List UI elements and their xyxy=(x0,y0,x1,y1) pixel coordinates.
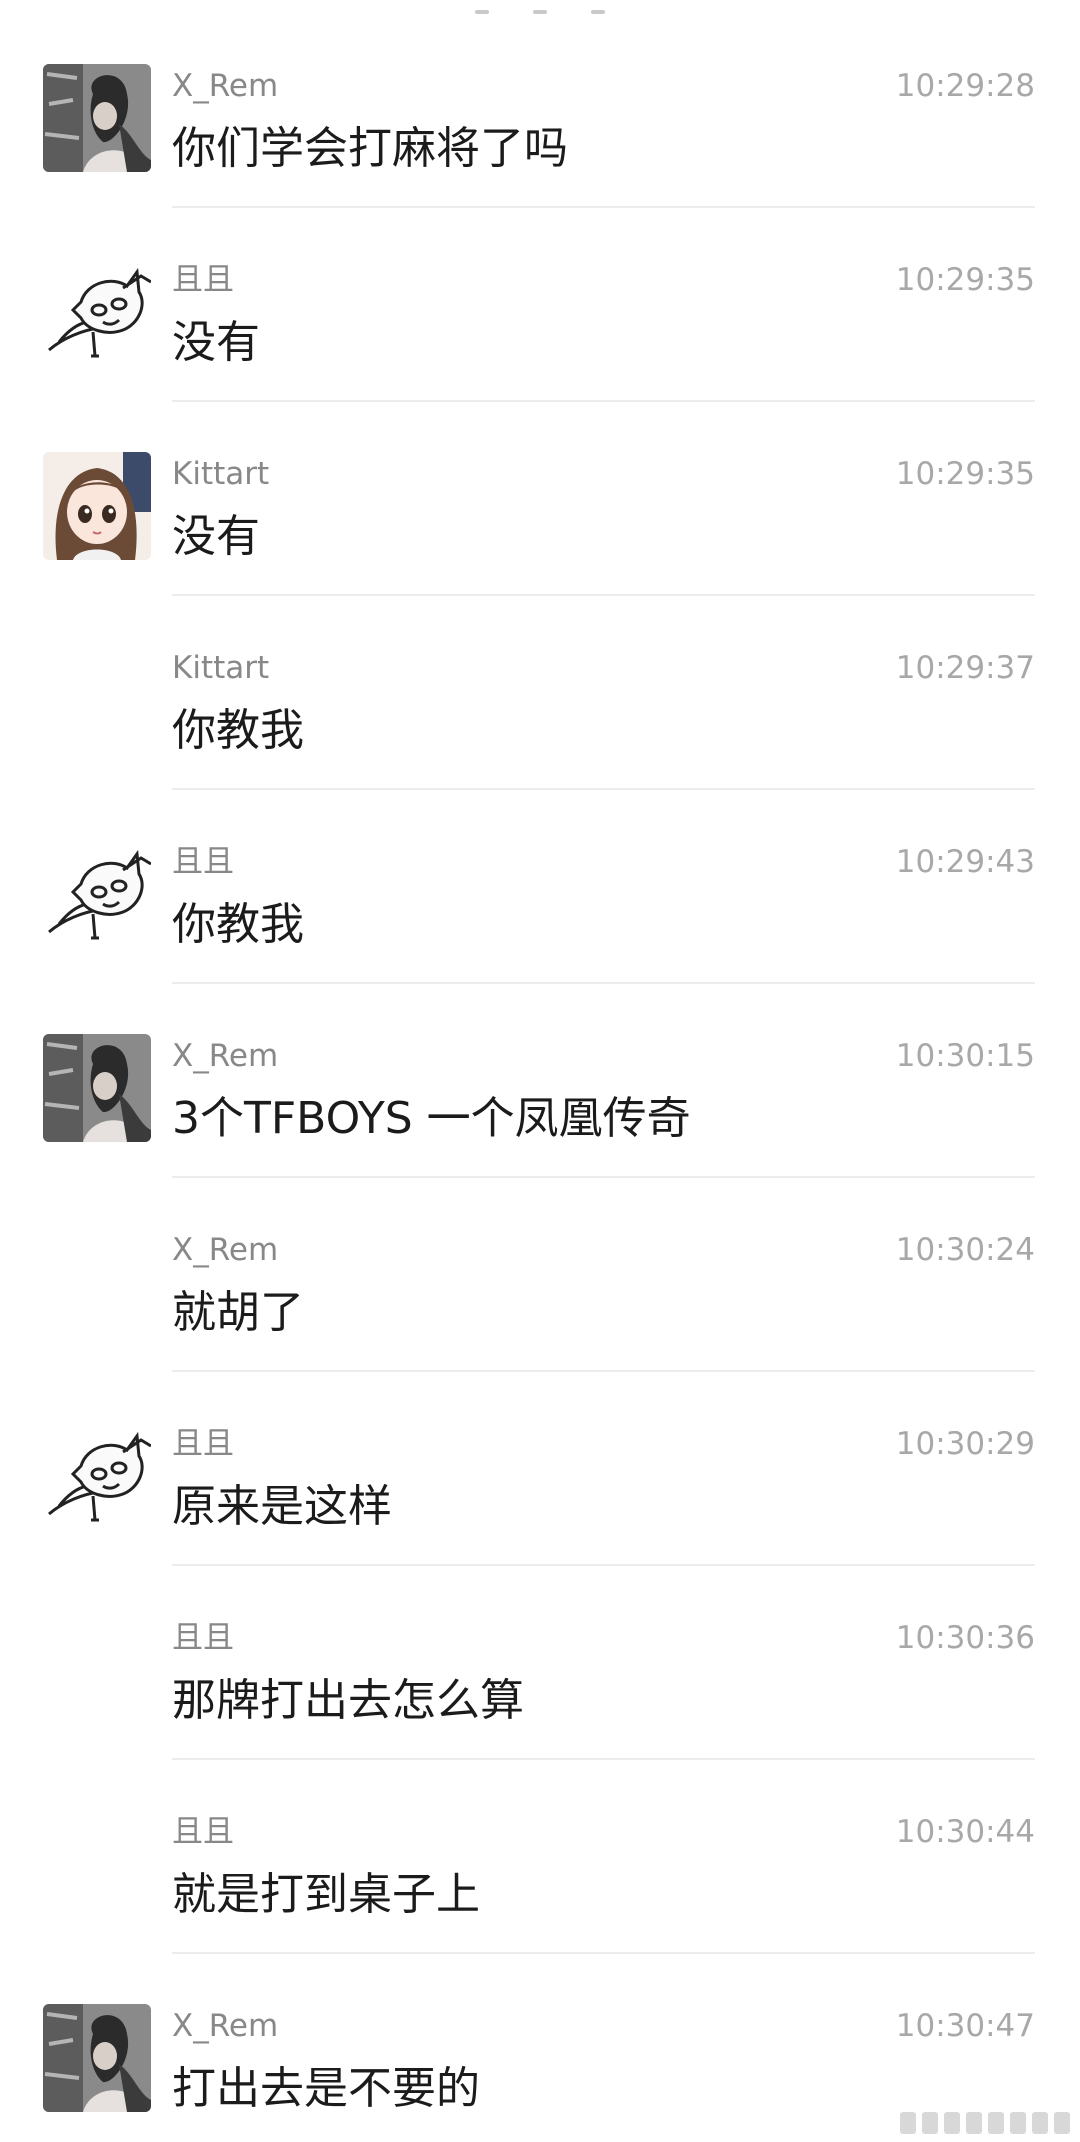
avatar-cat[interactable] xyxy=(43,840,151,948)
cat-drawing-icon xyxy=(43,840,151,948)
message-timestamp: 10:29:37 xyxy=(895,650,1035,686)
message-text[interactable]: 就是打到桌子上 xyxy=(172,1864,480,1926)
message-text[interactable]: 3个TFBOYS 一个凤凰传奇 xyxy=(172,1088,691,1150)
message-timestamp: 10:30:36 xyxy=(895,1620,1035,1656)
message-timestamp: 10:29:28 xyxy=(895,68,1035,104)
anime-girl-icon xyxy=(43,452,151,560)
sender-name: 且且 xyxy=(172,1426,234,1462)
message-text[interactable]: 原来是这样 xyxy=(172,1476,392,1538)
chat-message: 且且 10:30:29 原来是这样 xyxy=(0,1358,1080,1566)
sender-name: 且且 xyxy=(172,1814,234,1850)
sender-name: X_Rem xyxy=(172,2008,279,2044)
message-text[interactable]: 打出去是不要的 xyxy=(172,2058,480,2120)
message-timestamp: 10:30:47 xyxy=(895,2008,1035,2044)
message-text[interactable]: 没有 xyxy=(172,312,260,374)
message-text[interactable]: 你教我 xyxy=(172,700,304,762)
avatar-x-rem[interactable] xyxy=(43,2004,151,2112)
avatar-cat[interactable] xyxy=(43,258,151,366)
message-timestamp: 10:30:15 xyxy=(895,1038,1035,1074)
chat-message: X_Rem 10:29:28 你们学会打麻将了吗 xyxy=(0,0,1080,208)
sender-name: 且且 xyxy=(172,262,234,298)
message-timestamp: 10:29:35 xyxy=(895,262,1035,298)
girl-photo-icon xyxy=(43,64,151,172)
message-text[interactable]: 没有 xyxy=(172,506,260,568)
chat-message: 且且 10:29:35 没有 xyxy=(0,194,1080,402)
sender-name: Kittart xyxy=(172,650,270,686)
message-text[interactable]: 就胡了 xyxy=(172,1282,304,1344)
message-text[interactable]: 你们学会打麻将了吗 xyxy=(172,118,568,180)
chat-message: 且且 10:30:36 那牌打出去怎么算 xyxy=(0,1552,1080,1760)
chat-message: Kittart 10:29:35 没有 xyxy=(0,388,1080,596)
girl-photo-icon xyxy=(43,2004,151,2112)
message-timestamp: 10:30:44 xyxy=(895,1814,1035,1850)
cat-drawing-icon xyxy=(43,258,151,366)
sender-name: Kittart xyxy=(172,456,270,492)
avatar-x-rem[interactable] xyxy=(43,1034,151,1142)
chat-message: X_Rem 10:30:15 3个TFBOYS 一个凤凰传奇 xyxy=(0,970,1080,1178)
avatar-cat[interactable] xyxy=(43,1422,151,1530)
watermark xyxy=(840,2108,1070,2138)
chat-message: X_Rem 10:30:24 就胡了 xyxy=(0,1164,1080,1372)
sender-name: X_Rem xyxy=(172,68,279,104)
message-text[interactable]: 那牌打出去怎么算 xyxy=(172,1670,524,1732)
sender-name: X_Rem xyxy=(172,1232,279,1268)
message-timestamp: 10:29:43 xyxy=(895,844,1035,880)
chat-message: 且且 10:30:44 就是打到桌子上 xyxy=(0,1746,1080,1954)
chat-message: Kittart 10:29:37 你教我 xyxy=(0,582,1080,790)
chat-message: X_Rem 10:30:47 打出去是不要的 xyxy=(0,1940,1080,2134)
sender-name: X_Rem xyxy=(172,1038,279,1074)
message-timestamp: 10:30:29 xyxy=(895,1426,1035,1462)
avatar-kittart[interactable] xyxy=(43,452,151,560)
message-timestamp: 10:30:24 xyxy=(895,1232,1035,1268)
message-timestamp: 10:29:35 xyxy=(895,456,1035,492)
message-text[interactable]: 你教我 xyxy=(172,894,304,956)
sender-name: 且且 xyxy=(172,844,234,880)
girl-photo-icon xyxy=(43,1034,151,1142)
cat-drawing-icon xyxy=(43,1422,151,1530)
sender-name: 且且 xyxy=(172,1620,234,1656)
chat-message: 且且 10:29:43 你教我 xyxy=(0,776,1080,984)
avatar-x-rem[interactable] xyxy=(43,64,151,172)
